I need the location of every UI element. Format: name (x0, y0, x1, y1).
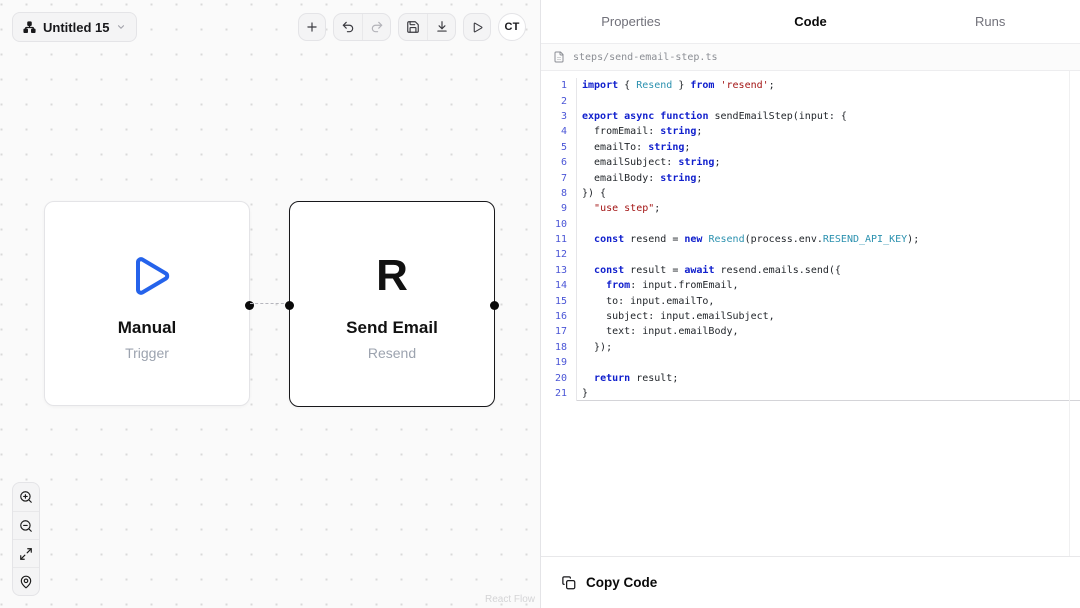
target-handle[interactable] (285, 301, 294, 310)
code-line[interactable]: 7 emailBody: string; (541, 170, 1080, 185)
workflow-canvas[interactable]: Untitled 15 (0, 0, 540, 608)
tab-code[interactable]: Code (721, 0, 901, 43)
canvas-controls (12, 482, 40, 596)
code-line[interactable]: 20 return result; (541, 370, 1080, 385)
code-line[interactable]: 2 (541, 93, 1080, 108)
file-group (398, 13, 456, 41)
code-line[interactable]: 4 fromEmail: string; (541, 124, 1080, 139)
history-group (333, 13, 391, 41)
code-editor[interactable]: 1import { Resend } from 'resend';23expor… (541, 71, 1080, 556)
file-path-bar: steps/send-email-step.ts (541, 44, 1080, 71)
user-avatar[interactable]: CT (498, 13, 526, 41)
add-node-button[interactable] (298, 13, 326, 41)
resend-logo: R (376, 254, 408, 298)
play-triangle-icon (123, 247, 171, 305)
download-button[interactable] (427, 14, 455, 40)
code-lines: 1import { Resend } from 'resend';23expor… (541, 78, 1080, 401)
download-icon (435, 20, 449, 34)
plus-icon (305, 20, 319, 34)
copy-code-button[interactable]: Copy Code (541, 556, 1080, 608)
zoom-in-button[interactable] (13, 483, 39, 511)
code-line[interactable]: 18 }); (541, 340, 1080, 355)
code-line[interactable]: 15 to: input.emailTo, (541, 293, 1080, 308)
run-icon (471, 21, 484, 34)
run-workflow-button[interactable] (463, 13, 491, 41)
node-send-email[interactable]: R Send Email Resend (289, 201, 495, 407)
workflow-name-button[interactable]: Untitled 15 (12, 12, 137, 42)
locate-button[interactable] (13, 567, 39, 595)
code-line[interactable]: 16 subject: input.emailSubject, (541, 309, 1080, 324)
undo-icon (341, 20, 355, 34)
redo-button[interactable] (362, 14, 390, 40)
tab-runs[interactable]: Runs (900, 0, 1080, 43)
undo-button[interactable] (334, 14, 362, 40)
code-line[interactable]: 13 const result = await resend.emails.se… (541, 263, 1080, 278)
file-path: steps/send-email-step.ts (573, 52, 718, 63)
node-subtitle: Trigger (125, 345, 169, 361)
app-window: Untitled 15 (0, 0, 1080, 608)
panel-tabs: Properties Code Runs (541, 0, 1080, 44)
code-line[interactable]: 11 const resend = new Resend(process.env… (541, 232, 1080, 247)
redo-icon (370, 20, 384, 34)
code-line[interactable]: 21} (541, 386, 1080, 401)
locate-icon (19, 575, 33, 589)
inspector-panel: Properties Code Runs steps/send-email-st… (540, 0, 1080, 608)
zoom-out-icon (19, 519, 33, 533)
code-line[interactable]: 3export async function sendEmailStep(inp… (541, 109, 1080, 124)
edge-manual-to-sendemail[interactable] (250, 303, 289, 304)
code-line[interactable]: 9 "use step"; (541, 201, 1080, 216)
code-line[interactable]: 14 from: input.fromEmail, (541, 278, 1080, 293)
code-line[interactable]: 17 text: input.emailBody, (541, 324, 1080, 339)
file-icon (553, 51, 565, 63)
copy-icon (561, 575, 576, 590)
workflow-name: Untitled 15 (43, 20, 109, 35)
save-button[interactable] (399, 14, 427, 40)
code-line[interactable]: 5 emailTo: string; (541, 140, 1080, 155)
copy-code-label: Copy Code (586, 575, 657, 590)
node-manual-trigger[interactable]: Manual Trigger (44, 201, 250, 406)
fit-view-button[interactable] (13, 539, 39, 567)
code-line[interactable]: 6 emailSubject: string; (541, 155, 1080, 170)
source-handle[interactable] (490, 301, 499, 310)
zoom-out-button[interactable] (13, 511, 39, 539)
fit-view-icon (19, 547, 33, 561)
chevron-down-icon (116, 22, 126, 32)
code-line[interactable]: 19 (541, 355, 1080, 370)
node-title: Manual (118, 318, 177, 338)
save-icon (406, 20, 420, 34)
code-line[interactable]: 10 (541, 217, 1080, 232)
code-line[interactable]: 12 (541, 247, 1080, 262)
react-flow-attribution: React Flow (485, 594, 535, 605)
code-line[interactable]: 8}) { (541, 186, 1080, 201)
zoom-in-icon (19, 490, 33, 504)
workflow-icon (23, 21, 36, 34)
code-line[interactable]: 1import { Resend } from 'resend'; (541, 78, 1080, 93)
node-title: Send Email (346, 318, 438, 338)
tab-properties[interactable]: Properties (541, 0, 721, 43)
node-subtitle: Resend (368, 345, 416, 361)
canvas-toolbar: CT (298, 13, 526, 41)
